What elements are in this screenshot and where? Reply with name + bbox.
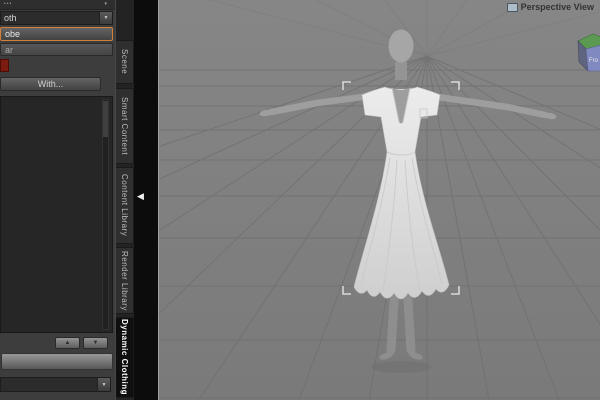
tab-content-library[interactable]: Content Library xyxy=(116,167,134,244)
cloth-list-area[interactable] xyxy=(0,96,113,333)
spin-up-button[interactable]: ▲ xyxy=(55,337,80,349)
cloth-item-value: oth xyxy=(4,13,17,23)
collapse-pane-icon[interactable]: ◀ xyxy=(137,191,144,202)
view-cube[interactable]: Fro xyxy=(577,33,600,72)
daz-studio-window: ••• ▾ oth ▼ obe ar With... ▲ ▼ ▼ Scene S… xyxy=(0,0,600,400)
focused-item-button[interactable]: obe xyxy=(0,27,113,41)
dropdown-arrow-icon[interactable]: ▼ xyxy=(99,12,112,24)
neck xyxy=(395,62,407,80)
tab-smart-content[interactable]: Smart Content xyxy=(116,88,134,164)
tab-dynamic-clothing[interactable]: Dynamic Clothing xyxy=(116,317,134,398)
head xyxy=(388,29,414,63)
viewport-canvas[interactable]: Fro xyxy=(159,0,600,400)
pane-header[interactable]: ••• ▾ xyxy=(0,0,115,10)
view-cube-front-label: Fro xyxy=(589,58,599,64)
drape-with-button[interactable]: With... xyxy=(0,77,101,91)
view-label-text: Perspective View xyxy=(520,2,594,12)
viewport[interactable]: Fro Perspective View xyxy=(158,0,600,400)
spin-down-button[interactable]: ▼ xyxy=(83,337,108,349)
figure-model[interactable] xyxy=(259,29,557,374)
feet xyxy=(379,352,423,360)
viewport-view-label[interactable]: Perspective View xyxy=(506,2,594,12)
ground-shadow xyxy=(371,361,431,373)
pane-menu-arrow-icon[interactable]: ▾ xyxy=(104,1,107,7)
grip-dots-icon: ••• xyxy=(4,1,13,7)
red-swatch xyxy=(0,59,9,72)
dropdown-arrow-icon[interactable]: ▼ xyxy=(97,378,110,391)
wide-action-button[interactable] xyxy=(1,353,113,370)
cloth-item-dropdown[interactable]: oth ▼ xyxy=(0,11,113,25)
scrollbar-thumb[interactable] xyxy=(103,101,108,137)
list-scrollbar[interactable] xyxy=(102,99,109,330)
dynamic-clothing-pane: ••• ▾ oth ▼ obe ar With... ▲ ▼ ▼ xyxy=(0,0,115,400)
pane-splitter[interactable]: ◀ xyxy=(134,0,158,400)
side-tab-strip: Scene Smart Content Content Library Rend… xyxy=(115,0,134,400)
camera-view-icon xyxy=(506,2,518,12)
secondary-item-button[interactable]: ar xyxy=(0,43,113,56)
tab-scene[interactable]: Scene xyxy=(116,40,134,84)
bottom-dropdown[interactable]: ▼ xyxy=(0,377,111,392)
tab-render-library[interactable]: Render Library xyxy=(116,247,134,314)
